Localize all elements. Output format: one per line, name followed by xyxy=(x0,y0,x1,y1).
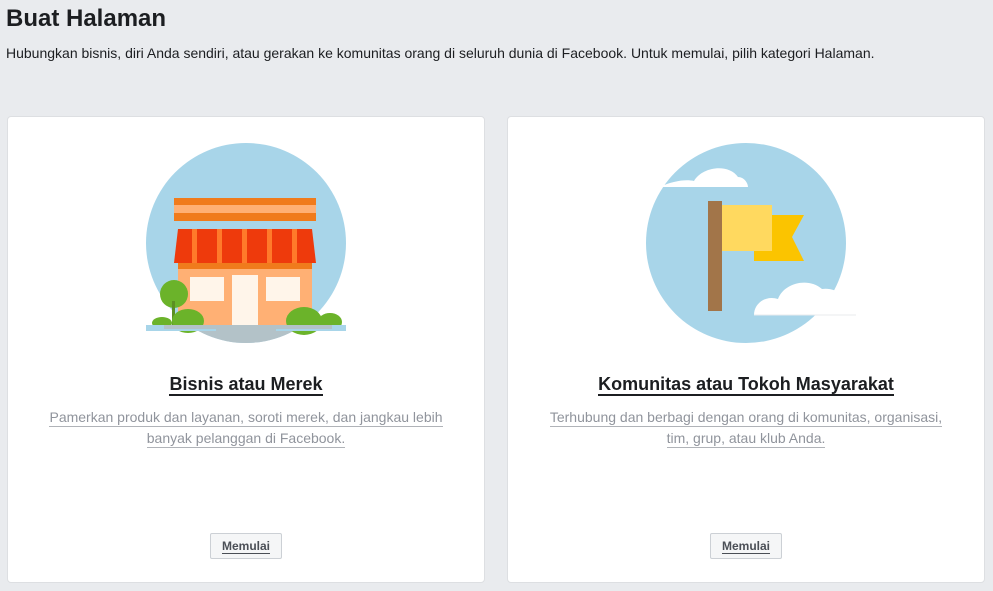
card-community-public-figure[interactable]: Komunitas atau Tokoh Masyarakat Terhubun… xyxy=(507,116,985,583)
storefront-icon xyxy=(146,143,346,343)
get-started-button[interactable]: Memulai xyxy=(709,533,783,559)
card-description: Terhubung dan berbagi dengan orang di ko… xyxy=(542,407,950,449)
card-title[interactable]: Komunitas atau Tokoh Masyarakat xyxy=(508,373,984,396)
card-description-text: Terhubung dan berbagi dengan orang di ko… xyxy=(549,409,943,448)
flag-icon xyxy=(646,143,856,343)
card-title-link[interactable]: Komunitas atau Tokoh Masyarakat xyxy=(598,374,894,396)
page-subtitle: Hubungkan bisnis, diri Anda sendiri, ata… xyxy=(6,45,875,61)
card-description: Pamerkan produk dan layanan, soroti mere… xyxy=(42,407,450,449)
card-description-text: Pamerkan produk dan layanan, soroti mere… xyxy=(49,409,443,448)
page-title: Buat Halaman xyxy=(6,5,167,32)
card-business-brand[interactable]: Bisnis atau Merek Pamerkan produk dan la… xyxy=(7,116,485,583)
button-label: Memulai xyxy=(721,539,771,554)
card-title-link[interactable]: Bisnis atau Merek xyxy=(169,374,323,396)
create-page-screen: Buat Halaman Hubungkan bisnis, diri Anda… xyxy=(0,0,993,591)
card-title[interactable]: Bisnis atau Merek xyxy=(8,373,484,396)
get-started-button[interactable]: Memulai xyxy=(209,533,283,559)
button-label: Memulai xyxy=(221,539,271,554)
